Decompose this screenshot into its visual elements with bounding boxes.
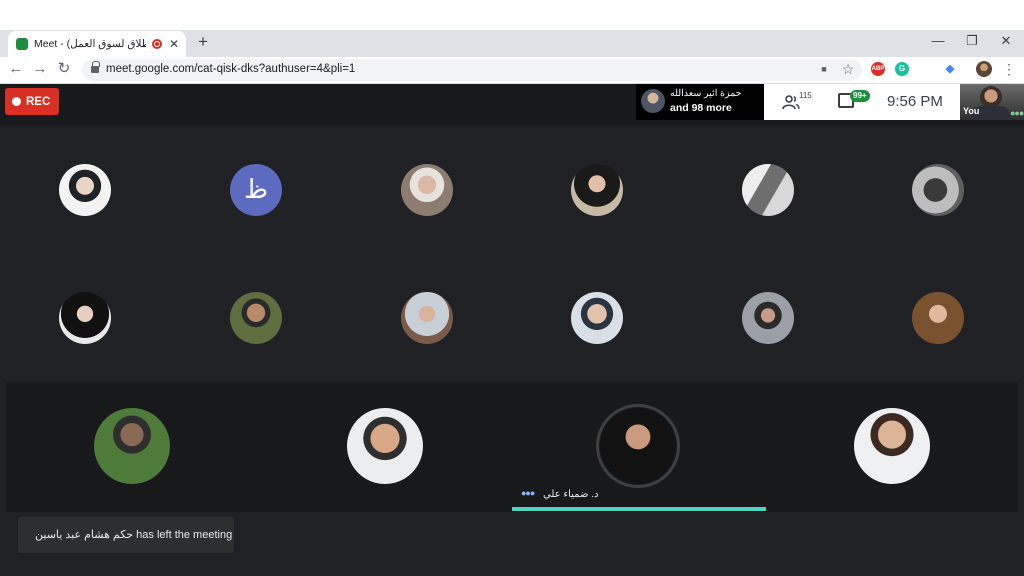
presenter-pill[interactable]: حمزة اثير سعدالله and 98 more [636, 84, 764, 120]
address-url[interactable]: meet.google.com/cat-qisk-dks?authuser=4&… [106, 63, 355, 75]
reload-button[interactable]: ↻ [55, 60, 73, 78]
participant-avatar[interactable] [912, 292, 964, 344]
bookmark-star-icon[interactable]: ☆ [840, 61, 856, 77]
record-dot-icon [12, 97, 21, 106]
back-button[interactable]: ← [7, 60, 25, 78]
participant-avatar[interactable] [571, 292, 623, 344]
presenter-name: حمزة اثير سعدالله [670, 88, 742, 99]
active-speaker-bar [512, 507, 766, 511]
meeting-info-bar: 115 99+ 9:56 PM [764, 84, 960, 120]
participant-grid [0, 126, 1024, 382]
participant-avatar[interactable] [571, 164, 623, 216]
presenter-more-count: and 98 more [670, 102, 732, 114]
new-tab-button[interactable]: + [194, 33, 212, 51]
left-meeting-toast: حكم هشام عبد ياسين has left the meeting [18, 517, 234, 553]
grammarly-icon[interactable]: G [895, 62, 909, 76]
window-close-button[interactable]: ✕ [996, 33, 1016, 49]
participant-avatar[interactable] [59, 292, 111, 344]
presenter-avatar [641, 89, 665, 113]
window-restore-button[interactable]: ❐ [962, 33, 982, 49]
participant-avatar[interactable] [742, 164, 794, 216]
participant-avatar[interactable] [59, 164, 111, 216]
participant-avatar[interactable] [401, 164, 453, 216]
self-view-tile[interactable]: You ●●● [960, 84, 1024, 120]
self-label: You [963, 106, 980, 116]
participant-avatar-large[interactable] [94, 408, 170, 484]
participant-count: 115 [799, 91, 812, 100]
toast-text: حكم هشام عبد ياسين has left the meeting [35, 529, 233, 541]
recording-indicator-icon [152, 39, 162, 49]
participant-avatar[interactable] [401, 292, 453, 344]
profile-avatar[interactable] [976, 61, 992, 77]
recording-button[interactable]: REC [5, 88, 59, 115]
participant-avatar[interactable] [912, 164, 964, 216]
self-face [980, 86, 1002, 108]
browser-tab-meet[interactable]: Meet - (الانطلاق لسوق العمل) ✕ [8, 31, 186, 57]
participant-avatar-letter[interactable]: ظ [230, 164, 282, 216]
extension-icon[interactable]: ◆ [943, 62, 957, 76]
self-audio-dots-icon: ●●● [1010, 108, 1024, 118]
people-icon[interactable] [782, 94, 800, 110]
window-minimize-button[interactable]: — [928, 33, 948, 48]
participant-avatar-large[interactable] [347, 408, 423, 484]
adblock-icon[interactable]: ABP [871, 62, 885, 76]
active-speaker-name: د. ضمياء علي [543, 489, 599, 500]
tab-title: Meet - (الانطلاق لسوق العمل) [34, 38, 146, 50]
participant-avatar[interactable] [742, 292, 794, 344]
lock-icon[interactable] [91, 61, 100, 74]
camera-icon[interactable]: ■ [816, 61, 832, 77]
forward-button[interactable]: → [31, 60, 49, 78]
speaking-dots-icon: ●●● [521, 488, 535, 498]
participant-avatar[interactable] [230, 292, 282, 344]
participant-avatar-large[interactable] [854, 408, 930, 484]
meet-favicon-icon [16, 38, 28, 50]
browser-menu-icon[interactable]: ⋮ [1002, 60, 1016, 78]
clock-time: 9:56 PM [887, 93, 943, 110]
recording-label: REC [26, 95, 51, 108]
participant-avatar-active-speaker[interactable] [600, 408, 676, 484]
chat-badge: 99+ [850, 90, 870, 102]
tab-close-icon[interactable]: ✕ [168, 37, 180, 51]
